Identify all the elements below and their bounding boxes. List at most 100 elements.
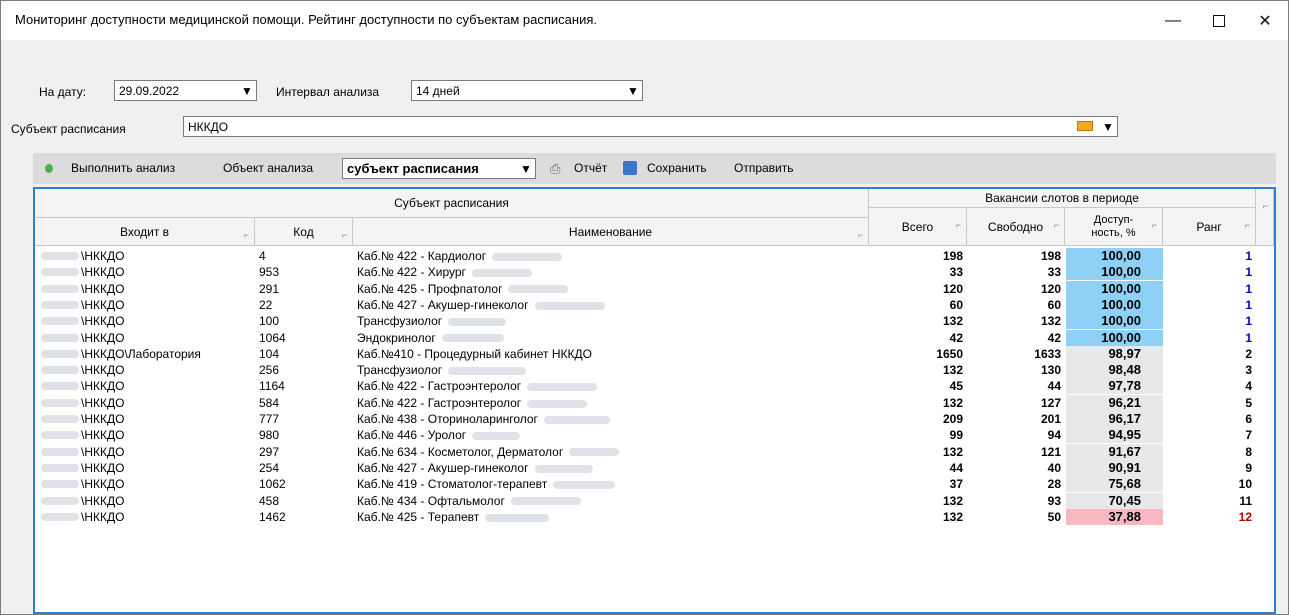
toolbar: Выполнить анализ Объект анализа субъект … [33,153,1276,184]
redacted-text [471,269,532,278]
filter-icon[interactable]: ⌐ [1245,220,1250,230]
save-button[interactable]: Сохранить [647,161,707,175]
column-header-name[interactable]: Наименование ⌐ [353,218,869,246]
dropdown-arrow-icon[interactable]: ▼ [1099,117,1117,136]
rank-cell-text: 5 [1245,395,1252,410]
table-row[interactable]: \НККДО 4 Каб.№ 422 - Кардиолог 198 198 100,00… [35,248,1274,264]
redacted-text [510,497,581,506]
total-cell: 37 [871,476,963,492]
table-row[interactable]: \НККДО 22 Каб.№ 427 - Акушер-гинеколог 60 60… [35,296,1274,313]
access-cell-text: 100,00 [1101,280,1141,296]
rank-cell-text: 1 [1245,297,1252,312]
free-cell: 120 [969,281,1061,297]
access-cell: 94,95 [1066,427,1163,444]
minimize-button[interactable]: — [1150,1,1196,40]
code-cell-text: 777 [259,412,280,426]
parent-cell-text: \НККДО [81,428,125,443]
total-cell-text: 209 [942,412,963,426]
table-row[interactable]: \НККДО 953 Каб.№ 422 - Хирург 33 33 100,00 1 [35,264,1274,281]
dropdown-arrow-icon[interactable]: ▼ [624,81,642,100]
name-cell: Каб.№ 422 - Гастроэнтеролог [357,395,867,411]
table-row[interactable]: \НККДО 1064 Эндокринолог 42 42 100,00 1 [35,329,1274,346]
report-button[interactable]: Отчёт [574,161,607,175]
column-header-access[interactable]: Доступ-ность, % ⌐ [1065,208,1163,246]
total-cell-text: 198 [942,249,963,263]
maximize-button[interactable] [1196,1,1242,40]
filter-icon[interactable]: ⌐ [244,230,249,240]
filter-icon[interactable]: ⌐ [956,220,961,230]
table-row[interactable]: \НККДО 256 Трансфузиолог 132 130 98,48 3 [35,362,1274,379]
free-cell: 1633 [969,346,1061,362]
total-cell-text: 132 [942,444,963,459]
minimize-icon: — [1165,11,1181,29]
table-row[interactable]: \НККДО 584 Каб.№ 422 - Гастроэнтеролог 132 1… [35,394,1274,411]
table-row[interactable]: \НККДО 291 Каб.№ 425 - Профпатолог 120 120 10… [35,280,1274,297]
parent-cell: \НККДО [37,297,253,313]
interval-select[interactable]: 14 дней ▼ [411,80,643,101]
column-header-free[interactable]: Свободно ⌐ [967,208,1065,246]
access-cell: 100,00 [1066,280,1163,297]
column-header-total[interactable]: Всего ⌐ [869,208,967,246]
column-header-parent[interactable]: Входит в ⌐ [35,218,255,246]
column-header-code[interactable]: Код ⌐ [255,218,353,246]
table-row[interactable]: \НККДО 1462 Каб.№ 425 - Терапевт 132 50 37,88… [35,508,1274,525]
filter-icon[interactable]: ⌐ [1054,220,1059,230]
dropdown-arrow-icon[interactable]: ▼ [517,159,535,178]
clear-icon[interactable] [1077,121,1093,131]
column-chooser[interactable]: ⌐ [1256,189,1274,246]
rank-cell-text: 11 [1239,493,1252,508]
redacted-text [527,383,598,392]
redacted-text [448,366,527,375]
parent-cell: \НККДО\Лаборатория [37,346,253,362]
filter-icon[interactable]: ⌐ [1263,201,1268,211]
table-row[interactable]: \НККДО\Лаборатория 104 Каб.№410 - Процедур… [35,345,1274,362]
parent-cell-text: \НККДО [81,297,125,312]
name-cell-text: Каб.№ 446 - Уролог [357,428,467,443]
code-cell-text: 1164 [259,379,285,394]
code-cell-text: 100 [259,314,280,329]
analysis-object-select[interactable]: субъект расписания ▼ [342,158,536,179]
table-row[interactable]: \НККДО 777 Каб.№ 438 - Оториноларинголог 20… [35,411,1274,427]
name-cell: Каб.№ 438 - Оториноларинголог [357,411,867,427]
table-row[interactable]: \НККДО 458 Каб.№ 434 - Офтальмолог 132 93 70,… [35,492,1274,509]
name-cell-text: Каб.№ 422 - Хирург [357,265,466,280]
total-cell-text: 132 [942,314,963,329]
code-cell: 777 [259,411,349,427]
access-cell-text: 100,00 [1101,264,1141,280]
subject-select[interactable]: НККДО ▼ [183,116,1118,137]
parent-cell-text: \НККДО [81,477,125,492]
code-cell-text: 22 [259,297,273,312]
access-cell: 96,17 [1066,411,1163,427]
date-picker[interactable]: 29.09.2022 ▼ [114,80,257,101]
total-cell-text: 33 [949,265,963,280]
filter-icon[interactable]: ⌐ [858,230,863,240]
table-row[interactable]: \НККДО 100 Трансфузиолог 132 132 100,00 1 [35,313,1274,330]
name-cell: Каб.№410 - Процедурный кабинет НККДО [357,346,867,362]
name-cell: Каб.№ 427 - Акушер-гинеколог [357,297,867,313]
total-cell-text: 120 [942,281,963,296]
code-cell-text: 104 [259,346,280,361]
rank-cell-text: 8 [1245,444,1252,459]
table-row[interactable]: \НККДО 1164 Каб.№ 422 - Гастроэнтеролог 45 4… [35,378,1274,395]
close-button[interactable]: ✕ [1242,1,1288,40]
table-row[interactable]: \НККДО 297 Каб.№ 634 - Косметолог, Дермато… [35,443,1274,460]
filter-icon[interactable]: ⌐ [1152,220,1157,230]
table-row[interactable]: \НККДО 980 Каб.№ 446 - Уролог 99 94 94,95 7 [35,427,1274,444]
run-analysis-button[interactable]: Выполнить анализ [71,161,175,175]
rank-cell-text: 1 [1245,265,1252,280]
total-cell-text: 132 [942,493,963,508]
dropdown-arrow-icon[interactable]: ▼ [238,81,256,100]
name-cell: Трансфузиолог [357,313,867,329]
free-cell: 42 [969,330,1061,346]
column-header-rank[interactable]: Ранг ⌐ [1163,208,1256,246]
header-label: Всего [901,219,934,234]
parent-cell: \НККДО [37,378,253,394]
table-row[interactable]: \НККДО 254 Каб.№ 427 - Акушер-гинеколог 44 4… [35,459,1274,476]
code-cell: 980 [259,427,349,443]
table-row[interactable]: \НККДО 1062 Каб.№ 419 - Стоматолог-терапев… [35,476,1274,493]
filter-icon[interactable]: ⌐ [342,230,347,240]
name-cell: Каб.№ 419 - Стоматолог-терапевт [357,476,867,492]
name-cell: Каб.№ 434 - Офтальмолог [357,493,867,509]
analysis-object-value: субъект расписания [347,161,479,176]
send-button[interactable]: Отправить [734,161,794,175]
